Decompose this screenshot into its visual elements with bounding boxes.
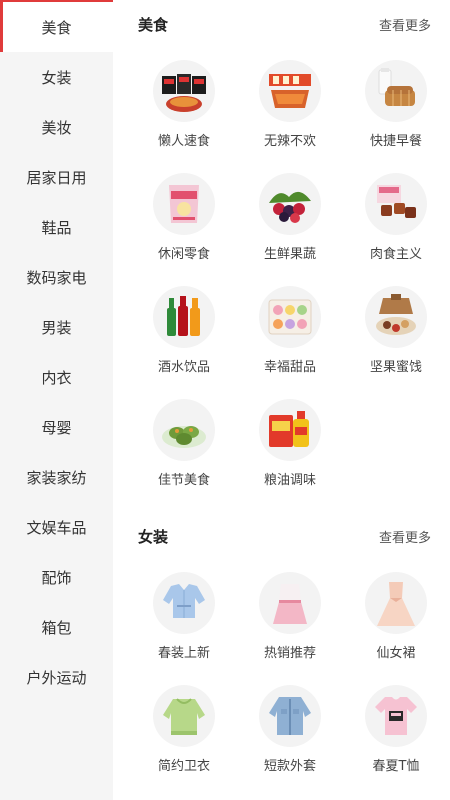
category-item-label: 幸福甜品 [263,360,316,375]
category-item-fresh-produce[interactable]: 生鲜果蔬 [240,173,340,273]
category-item-spicy[interactable]: 无辣不欢 [240,60,340,160]
section-title: 美食 [138,16,169,34]
category-item-label: 简约卫衣 [157,759,210,774]
fairy-dress-icon [365,572,427,634]
sidebar-item-label: 家装家纺 [26,468,87,487]
sidebar-item-home-textile[interactable]: 家装家纺 [0,452,113,502]
category-item-breakfast[interactable]: 快捷早餐 [346,60,446,160]
sidebar-item-label: 户外运动 [26,668,87,687]
sidebar-item-food[interactable]: 美食 [0,2,113,52]
category-item-label: 佳节美食 [157,473,210,488]
category-item-snacks[interactable]: 休闲零食 [134,173,234,273]
category-content: 美食 查看更多 懒人速食 无辣不欢 快捷早餐 休闲零食 生鲜果蔬 肉食主义 酒水… [113,0,450,800]
instant-noodles-icon [153,60,215,122]
category-item-festival-food[interactable]: 佳节美食 [134,399,234,499]
sidebar-item-label: 美食 [41,18,72,37]
category-item-nuts[interactable]: 坚果蜜饯 [346,286,446,386]
category-item-label: 坚果蜜饯 [369,360,422,375]
sidebar-item-label: 文娱车品 [26,518,87,537]
rice-cake-icon [153,399,215,461]
sidebar-item-household[interactable]: 居家日用 [0,152,113,202]
tshirt-icon [365,685,427,747]
sidebar-item-accessories[interactable]: 配饰 [0,552,113,602]
view-more-link[interactable]: 查看更多 [379,527,431,546]
sidebar-item-womens-clothing[interactable]: 女装 [0,52,113,102]
category-item-label: 无辣不欢 [263,134,316,149]
sidebar-item-cosmetics[interactable]: 美妆 [0,102,113,152]
category-item-desserts[interactable]: 幸福甜品 [240,286,340,386]
category-item-hot-sale[interactable]: 热销推荐 [240,572,340,672]
category-item-label: 春装上新 [157,646,210,661]
category-sidebar: 美食 女装 美妆 居家日用 鞋品 数码家电 男装 内衣 母婴 家装家纺 文娱车品… [0,2,113,800]
sidebar-item-shoes[interactable]: 鞋品 [0,202,113,252]
category-item-label: 生鲜果蔬 [263,247,316,262]
category-item-label: 短款外套 [263,759,316,774]
sidebar-item-label: 母婴 [41,418,72,437]
sidebar-item-bags[interactable]: 箱包 [0,602,113,652]
sidebar-item-label: 配饰 [41,568,72,587]
category-item-label: 仙女裙 [376,646,416,661]
category-item-label: 粮油调味 [263,473,316,488]
category-item-spring-new[interactable]: 春装上新 [134,572,234,672]
sidebar-item-label: 鞋品 [41,218,72,237]
sidebar-item-label: 男装 [41,318,72,337]
spicy-snack-icon [259,60,321,122]
category-item-label: 休闲零食 [157,247,210,262]
sidebar-item-label: 数码家电 [26,268,87,287]
blouse-icon [153,572,215,634]
category-item-hoodie[interactable]: 简约卫衣 [134,685,234,785]
nuts-icon [365,286,427,348]
category-item-drinks[interactable]: 酒水饮品 [134,286,234,386]
sidebar-item-label: 居家日用 [26,168,87,187]
sidebar-item-mens-clothing[interactable]: 男装 [0,302,113,352]
sidebar-item-label: 箱包 [41,618,72,637]
sidebar-item-label: 内衣 [41,368,72,387]
bread-milk-icon [365,60,427,122]
section-header: 女装 查看更多 [113,526,450,550]
sidebar-item-entertainment-car[interactable]: 文娱车品 [0,502,113,552]
category-item-label: 热销推荐 [263,646,316,661]
denim-jacket-icon [259,685,321,747]
section-title: 女装 [138,528,169,546]
category-item-fairy-dress[interactable]: 仙女裙 [346,572,446,672]
sidebar-item-label: 美妆 [41,118,72,137]
view-more-link[interactable]: 查看更多 [379,15,431,34]
category-item-short-jacket[interactable]: 短款外套 [240,685,340,785]
meat-icon [365,173,427,235]
category-item-tshirt[interactable]: 春夏T恤 [346,685,446,785]
category-item-label: 懒人速食 [157,134,210,149]
hoodie-icon [153,685,215,747]
sidebar-item-outdoor-sports[interactable]: 户外运动 [0,652,113,702]
category-item-label: 肉食主义 [369,247,422,262]
category-item-label: 快捷早餐 [369,134,422,149]
category-item-label: 春夏T恤 [372,759,420,774]
section-header: 美食 查看更多 [113,14,450,38]
category-item-meat[interactable]: 肉食主义 [346,173,446,273]
sidebar-item-baby[interactable]: 母婴 [0,402,113,452]
sidebar-item-underwear[interactable]: 内衣 [0,352,113,402]
category-item-label: 酒水饮品 [157,360,210,375]
category-item-instant-food[interactable]: 懒人速食 [134,60,234,160]
oil-rice-icon [259,399,321,461]
category-item-grain-oil[interactable]: 粮油调味 [240,399,340,499]
sidebar-item-electronics[interactable]: 数码家电 [0,252,113,302]
snack-bag-icon [153,173,215,235]
dress-outfit-icon [259,572,321,634]
macaron-icon [259,286,321,348]
berries-icon [259,173,321,235]
drink-bottles-icon [153,286,215,348]
sidebar-item-label: 女装 [41,68,72,87]
